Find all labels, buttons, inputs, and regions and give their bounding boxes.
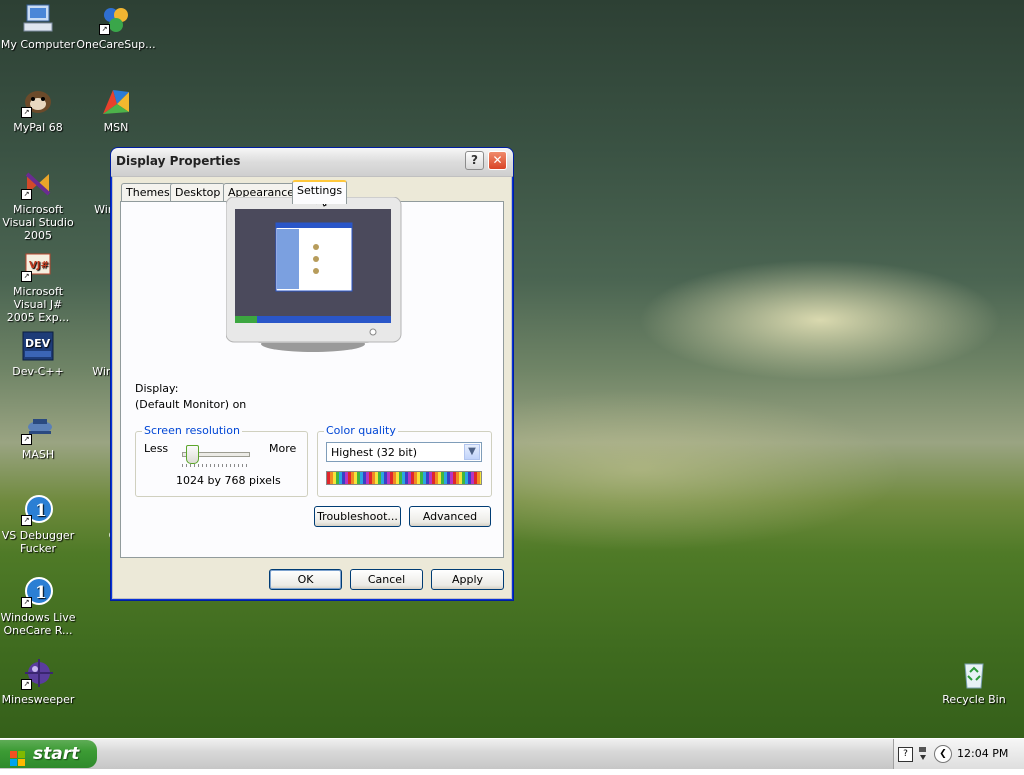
shortcut-arrow-icon: ↗ <box>21 434 32 445</box>
minesweeper-icon: ↗ <box>21 658 55 690</box>
windows-live-onecare-icon: 1 ↗ <box>21 576 55 608</box>
desktop-icon-recycle-bin[interactable]: Recycle Bin <box>934 658 1014 706</box>
help-button[interactable]: ? <box>465 151 484 170</box>
visual-jsharp-icon: VJ# ↗ <box>21 250 55 282</box>
desktop-icon-label: MASH <box>21 448 55 461</box>
less-label: Less <box>144 442 169 455</box>
visual-studio-icon: ↗ <box>21 168 55 200</box>
screen-resolution-title: Screen resolution <box>142 424 242 437</box>
desktop-icon-mypal[interactable]: ↗ MyPal 68 <box>0 86 78 134</box>
desktop-icon-label: MyPal 68 <box>13 121 63 134</box>
show-hidden-icons-button[interactable]: ❮ <box>934 745 952 763</box>
desktop-icon-label: Minesweeper <box>1 693 75 706</box>
shortcut-arrow-icon: ↗ <box>21 189 32 200</box>
msn-icon <box>99 86 133 118</box>
dropdown-arrow-button[interactable]: ▼ <box>464 444 480 460</box>
recycle-bin-icon <box>957 658 991 690</box>
desktop-icon-mash[interactable]: ↗ MASH <box>0 413 78 461</box>
desktop-icon-dev-cpp[interactable]: DEV Dev-C++ <box>0 330 78 378</box>
svg-text:1: 1 <box>35 583 47 603</box>
desktop-icon-label: OneCareSup... <box>76 38 156 51</box>
desktop-icon-visual-jsharp[interactable]: VJ# ↗ Microsoft Visual J# 2005 Exp... <box>0 250 78 324</box>
mash-icon: ↗ <box>21 413 55 445</box>
color-quality-value: Highest (32 bit) <box>331 446 418 459</box>
monitor-preview <box>225 196 406 357</box>
title-bar[interactable]: Display Properties ? ✕ <box>111 148 513 177</box>
desktop-icon-label: Recycle Bin <box>942 693 1006 706</box>
close-icon: ✕ <box>492 153 503 167</box>
desktop-icon-windows-live-onecare[interactable]: 1 ↗ Windows Live OneCare R... <box>0 576 78 637</box>
ok-button[interactable]: OK <box>269 569 342 590</box>
color-quality-title: Color quality <box>324 424 398 437</box>
resolution-slider[interactable] <box>182 444 250 470</box>
more-label: More <box>269 442 297 455</box>
clock[interactable]: 12:04 PM <box>957 747 1008 760</box>
desktop-icon-label: Microsoft Visual J# 2005 Exp... <box>6 285 70 324</box>
vs-debugger-icon: 1 ↗ <box>21 494 55 526</box>
tab-desktop[interactable]: Desktop <box>170 183 226 202</box>
desktop-icon-visual-studio[interactable]: ↗ Microsoft Visual Studio 2005 <box>0 168 78 242</box>
slider-ticks <box>182 464 248 467</box>
display-value: (Default Monitor) on <box>135 398 247 411</box>
desktop-icon-msn[interactable]: MSN <box>76 86 156 134</box>
svg-text:VJ#: VJ# <box>29 260 49 271</box>
windows-logo-icon <box>10 747 25 766</box>
color-spectrum-bar <box>326 471 482 485</box>
monitor-icon <box>225 196 402 352</box>
desktop-icon-label: Dev-C++ <box>12 365 64 378</box>
shortcut-arrow-icon: ↗ <box>21 597 32 608</box>
start-label: start <box>33 744 80 764</box>
desktop-icon-onecaresup[interactable]: ↗ OneCareSup... <box>76 3 156 51</box>
apply-button[interactable]: Apply <box>431 569 504 590</box>
svg-text:DEV: DEV <box>25 337 51 350</box>
slider-thumb[interactable] <box>186 445 200 464</box>
my-computer-icon <box>21 3 55 35</box>
shortcut-arrow-icon: ↗ <box>21 679 32 690</box>
chevron-left-icon: ❮ <box>939 749 947 759</box>
shortcut-arrow-icon: ↗ <box>21 515 32 526</box>
desktop-icon-my-computer[interactable]: My Computer <box>0 3 78 51</box>
mypal-icon: ↗ <box>21 86 55 118</box>
start-button[interactable]: start <box>0 740 97 768</box>
desktop-icon-label: My Computer <box>0 38 76 51</box>
shortcut-arrow-icon: ↗ <box>21 271 32 282</box>
advanced-button[interactable]: Advanced <box>409 506 491 527</box>
network-tray-icon[interactable] <box>918 745 928 761</box>
display-properties-window: Display Properties ? ✕ Themes Desktop Ap… <box>111 148 513 600</box>
chevron-down-icon: ▼ <box>468 446 476 457</box>
close-button[interactable]: ✕ <box>488 151 507 170</box>
desktop-icon-minesweeper[interactable]: ↗ Minesweeper <box>0 658 78 706</box>
onecare-icon: ↗ <box>99 3 133 35</box>
tab-settings[interactable]: Settings <box>292 180 348 204</box>
window-title: Display Properties <box>116 154 241 168</box>
desktop-icon-label: Windows Live OneCare R... <box>0 611 76 637</box>
taskbar: start ? ❮ 12:04 PM <box>0 738 1024 769</box>
shortcut-arrow-icon: ↗ <box>21 107 32 118</box>
color-quality-dropdown[interactable]: Highest (32 bit) ▼ <box>326 442 482 462</box>
desktop-icon-label: VS Debugger Fucker <box>1 529 75 555</box>
desktop-icon-label: Microsoft Visual Studio 2005 <box>2 203 74 242</box>
shortcut-arrow-icon: ↗ <box>99 24 110 35</box>
dev-cpp-icon: DEV <box>21 330 55 362</box>
help-icon: ? <box>471 153 478 167</box>
resolution-value: 1024 by 768 pixels <box>176 474 281 487</box>
window-body: Themes Desktop Appearance Settings Displ… <box>112 176 512 599</box>
svg-text:1: 1 <box>35 501 47 521</box>
help-tray-icon[interactable]: ? <box>898 747 913 762</box>
desktop-icon-vs-debugger[interactable]: 1 ↗ VS Debugger Fucker <box>0 494 78 555</box>
troubleshoot-button[interactable]: Troubleshoot... <box>314 506 401 527</box>
cancel-button[interactable]: Cancel <box>350 569 423 590</box>
system-tray: ? ❮ 12:04 PM <box>893 739 1024 769</box>
display-label: Display: <box>135 382 179 395</box>
screen-resolution-group: Screen resolution Less More 1024 by 768 … <box>135 424 308 497</box>
color-quality-group: Color quality Highest (32 bit) ▼ <box>317 424 492 497</box>
tab-themes[interactable]: Themes <box>121 183 175 202</box>
settings-panel: Display: (Default Monitor) on Screen res… <box>120 196 504 558</box>
desktop-icon-label: MSN <box>103 121 129 134</box>
